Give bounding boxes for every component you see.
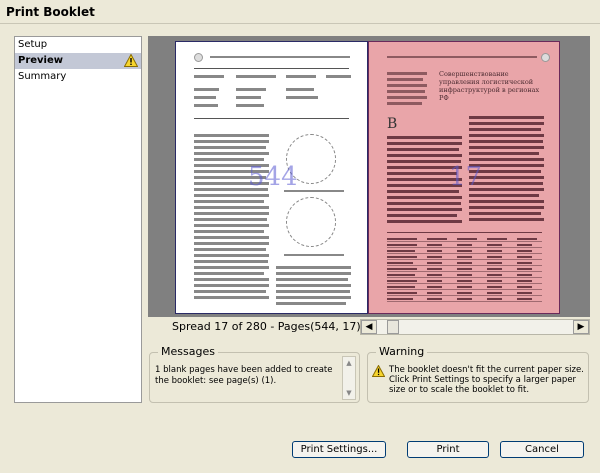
preview-page-left: 544 xyxy=(175,41,368,314)
left-page-number: 544 xyxy=(248,162,298,192)
page-logo-icon xyxy=(541,53,550,62)
warning-icon xyxy=(372,365,385,377)
print-button[interactable]: Print xyxy=(407,441,489,458)
warning-legend: Warning xyxy=(376,345,428,358)
scroll-up-icon[interactable]: ▲ xyxy=(343,357,355,369)
nav-item-label: Setup xyxy=(18,39,48,50)
scroll-down-icon[interactable]: ▼ xyxy=(343,387,355,399)
page-logo-icon xyxy=(194,53,203,62)
nav-item-preview[interactable]: Preview xyxy=(15,53,141,69)
nav-item-setup[interactable]: Setup xyxy=(15,37,141,53)
warning-text: The booklet doesn't fit the current pape… xyxy=(389,365,584,395)
data-table-figure xyxy=(387,236,542,302)
nav-item-summary[interactable]: Summary xyxy=(15,69,141,85)
warning-group: Warning The booklet doesn't fit the curr… xyxy=(367,345,589,403)
messages-legend: Messages xyxy=(158,345,218,358)
scroll-right-button[interactable]: ▶ xyxy=(573,320,589,334)
warning-icon xyxy=(124,54,138,67)
radar-chart-figure xyxy=(286,197,336,247)
right-page-title: Совершенствование управления логистическ… xyxy=(439,70,540,102)
scroll-left-button[interactable]: ◀ xyxy=(361,320,377,334)
cancel-button[interactable]: Cancel xyxy=(500,441,584,458)
nav-item-label: Summary xyxy=(18,71,67,82)
messages-group: Messages 1 blank pages have been added t… xyxy=(149,345,360,403)
messages-text: 1 blank pages have been added to create … xyxy=(155,365,333,386)
spread-scrollbar[interactable]: ◀ ▶ xyxy=(360,319,590,335)
nav-list: Setup Preview Summary xyxy=(14,36,142,403)
booklet-preview: 544 Совершенствование управления логисти… xyxy=(148,36,590,317)
print-settings-button[interactable]: Print Settings... xyxy=(292,441,386,458)
window-title: Print Booklet xyxy=(0,0,600,24)
drop-cap: B xyxy=(387,116,398,132)
scroll-thumb[interactable] xyxy=(387,320,399,334)
preview-page-right: Совершенствование управления логистическ… xyxy=(368,41,560,314)
spread-info: Spread 17 of 280 - Pages(544, 17) xyxy=(172,320,361,333)
right-page-number: 17 xyxy=(449,162,483,192)
nav-item-label: Preview xyxy=(18,55,64,66)
messages-scrollbar[interactable]: ▲ ▼ xyxy=(342,356,356,400)
